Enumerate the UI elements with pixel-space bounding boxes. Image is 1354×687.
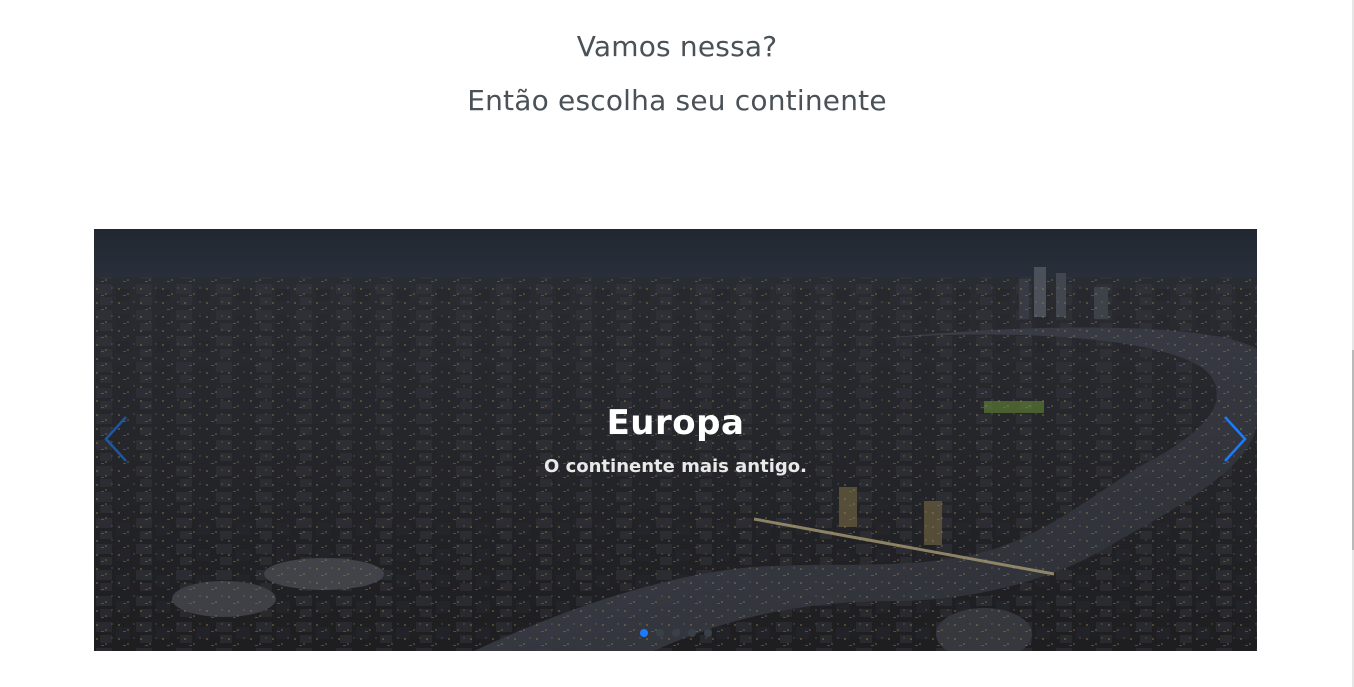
chevron-left-icon	[104, 416, 127, 462]
continent-carousel: Europa O continente mais antigo.	[94, 229, 1257, 651]
carousel-dot[interactable]	[671, 629, 680, 637]
carousel-dot[interactable]	[687, 629, 696, 637]
intro-subheading: Então escolha seu continente	[467, 84, 887, 117]
carousel-indicators	[94, 629, 1257, 637]
carousel-dot[interactable]	[703, 629, 712, 637]
carousel-dot[interactable]	[639, 629, 648, 637]
slide-subtitle: O continente mais antigo.	[544, 456, 807, 477]
chevron-right-icon	[1224, 416, 1247, 462]
page: Vamos nessa? Então escolha seu continent…	[0, 0, 1354, 687]
intro-heading: Vamos nessa?	[576, 30, 778, 63]
carousel-prev-button[interactable]	[102, 413, 132, 465]
carousel-next-button[interactable]	[1219, 413, 1249, 465]
slide-title: Europa	[606, 403, 745, 443]
carousel-dot[interactable]	[655, 629, 664, 637]
